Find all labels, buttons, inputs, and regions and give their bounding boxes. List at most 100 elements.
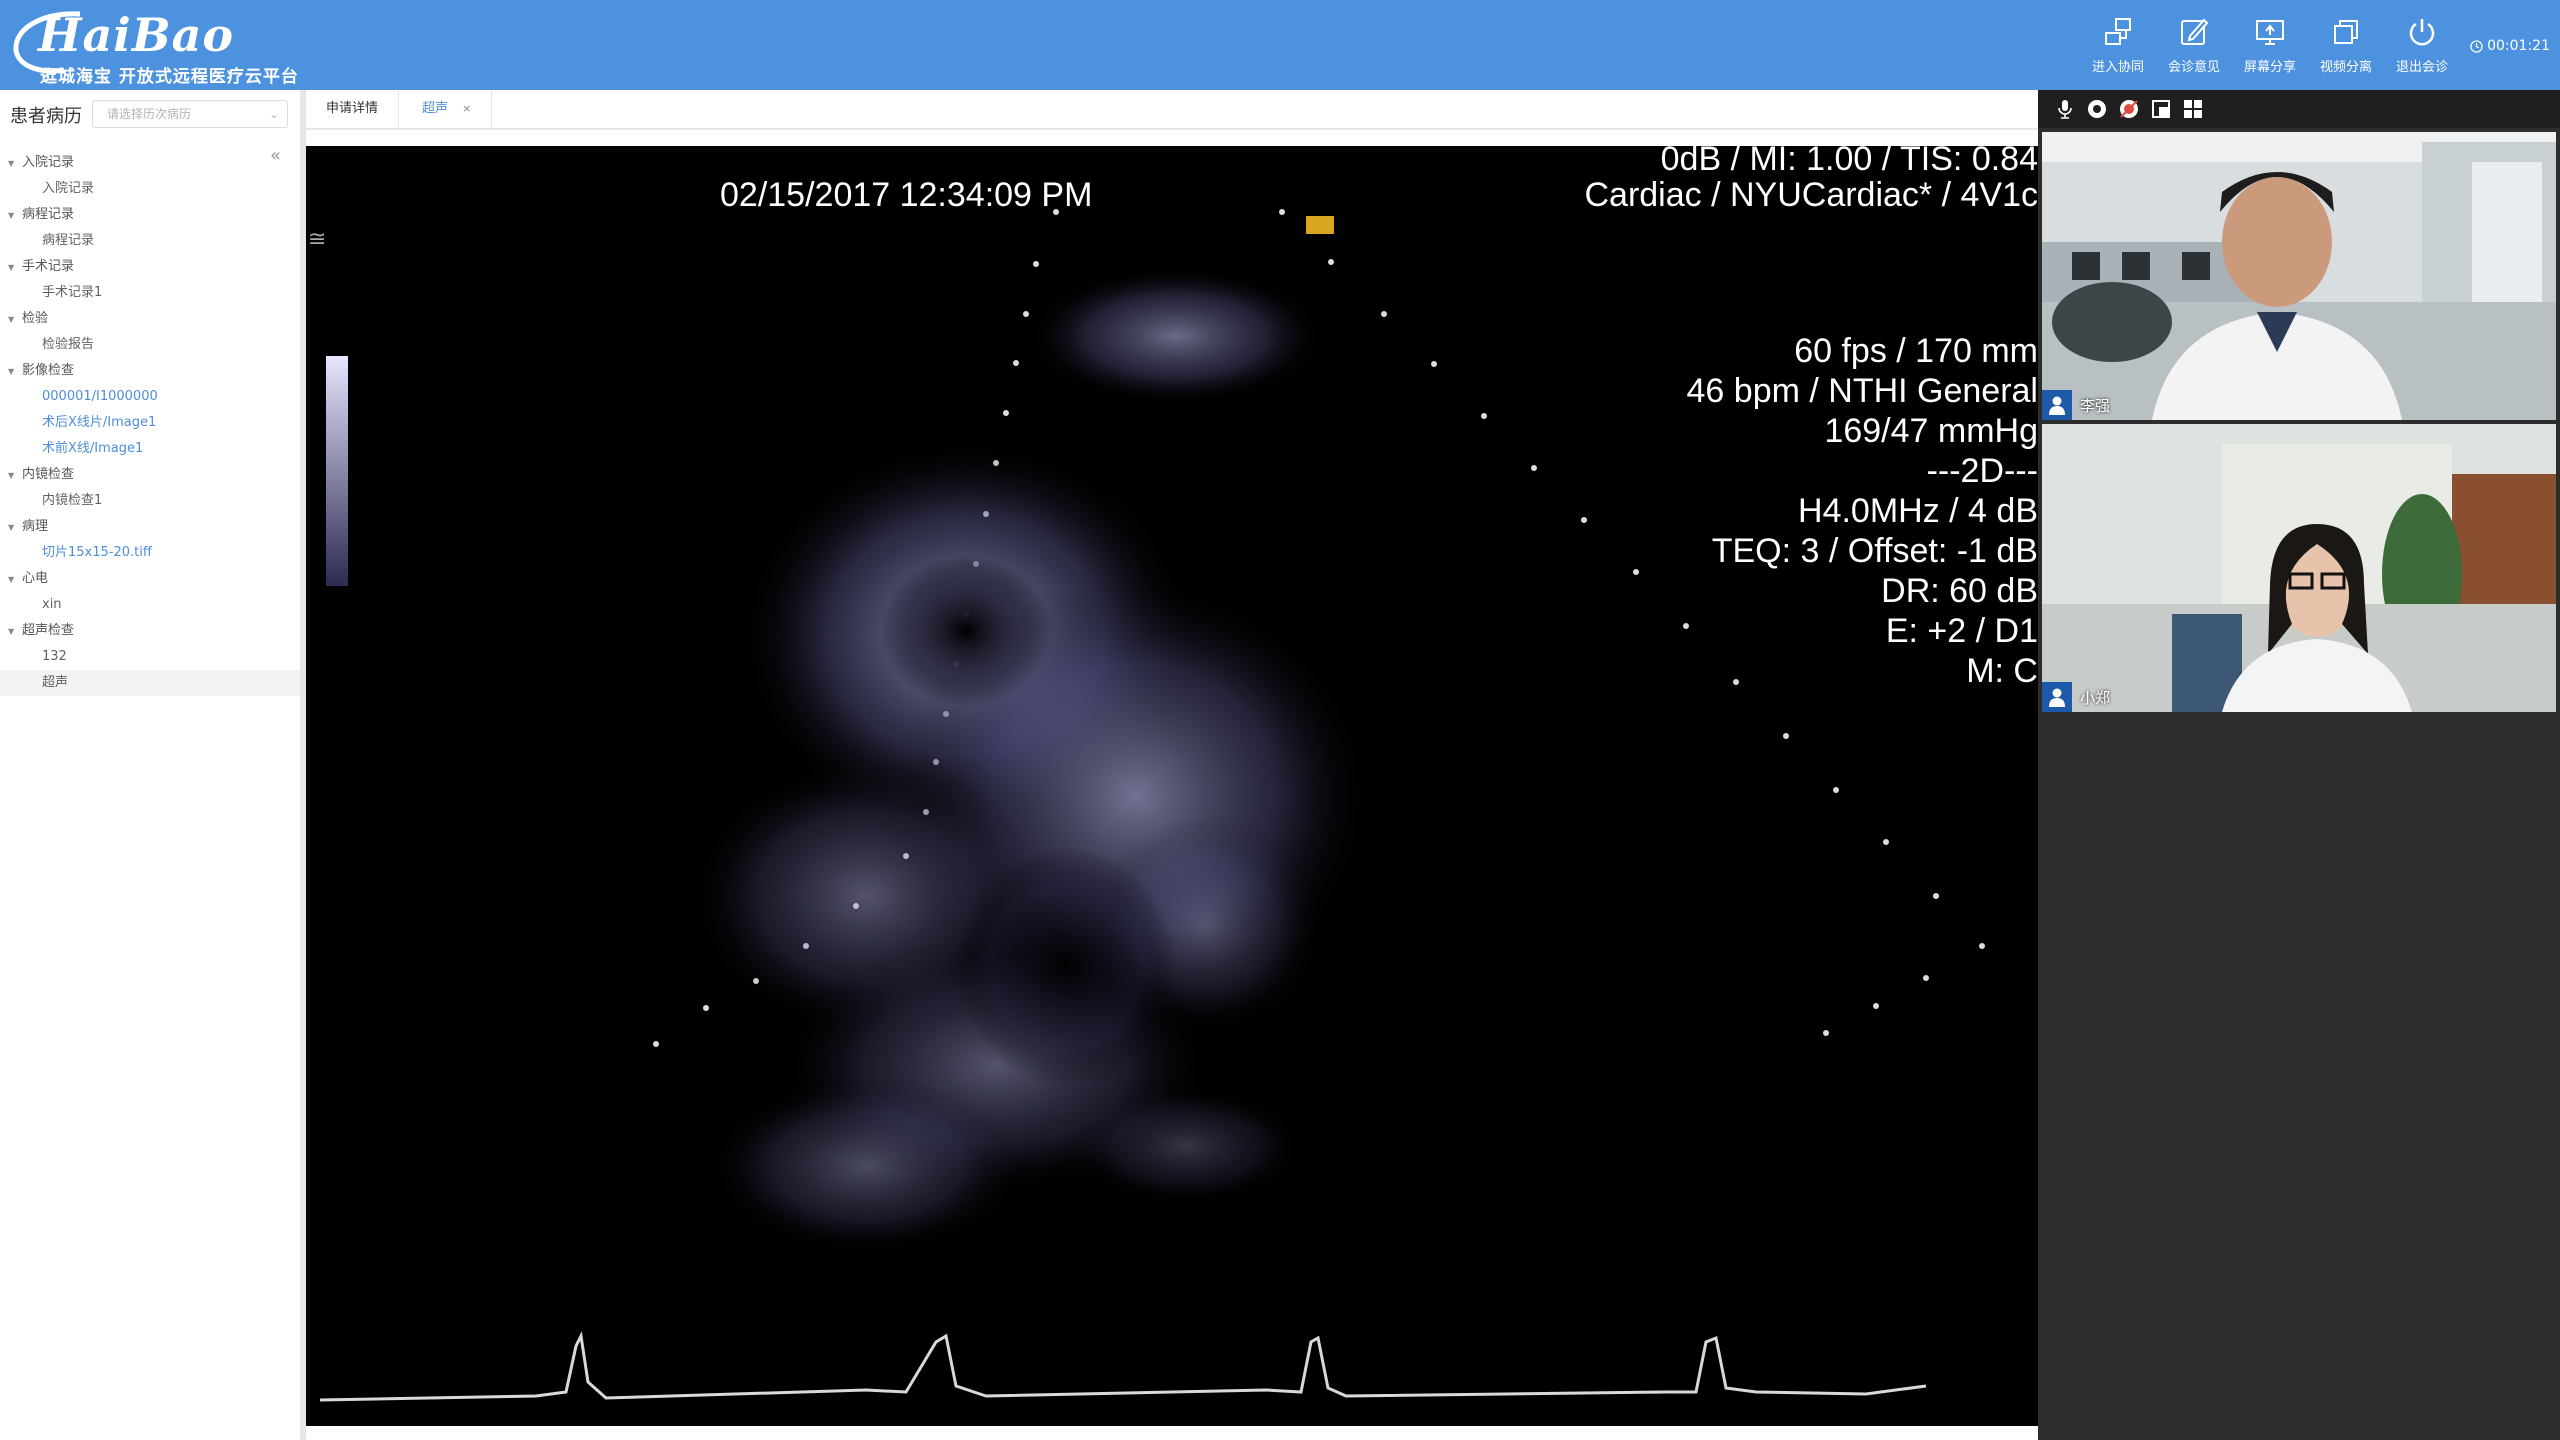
tree-group[interactable]: ▼ 手术记录 [0, 254, 300, 280]
tree-group[interactable]: ▼ 病理 [0, 514, 300, 540]
collaborate-label: 进入协同 [2091, 60, 2144, 75]
user-avatar-icon [2042, 390, 2072, 420]
video-separate-label: 视频分离 [2319, 60, 2372, 75]
tree-item[interactable]: 术前X线/Image1 [0, 436, 300, 462]
timer-value: 00:01:21 [2487, 38, 2550, 54]
ecg-trace [319, 1331, 1927, 1402]
info-line-bpm: 46 bpm / NTHI General [1686, 372, 2038, 410]
tab-bar: 申请详情 超声 × [306, 90, 2038, 130]
caret-down-icon: ▼ [8, 627, 15, 636]
tree-group-label: 病程记录 [22, 207, 75, 222]
history-record-select[interactable]: 请选择历次病历 ⌄ [92, 100, 288, 128]
camera-icon[interactable] [2086, 98, 2108, 120]
info-line-mode: ---2D--- [1926, 452, 2038, 490]
info-line-dr: DR: 60 dB [1881, 572, 2038, 610]
tree-item[interactable]: 术后X线片/Image1 [0, 410, 300, 436]
info-line-preset: Cardiac / NYUCardiac* / 4V1c [1584, 176, 2038, 214]
haibao-logo: HaiBao 逛城海宝 开放式远程医疗云平台 [10, 8, 340, 87]
tree-group[interactable]: ▼ 检验 [0, 306, 300, 332]
select-placeholder: 请选择历次病历 [107, 107, 192, 121]
video-panel: 李强 小郑 [2038, 90, 2560, 1440]
tree-item[interactable]: xin [0, 592, 300, 618]
grid-icon[interactable] [2182, 98, 2204, 120]
tree-item[interactable]: 超声 [0, 670, 300, 696]
video-separate-icon [2334, 20, 2358, 44]
tree-group[interactable]: ▼ 入院记录 [0, 150, 300, 176]
ultrasound-image: ≅ [308, 209, 1985, 1402]
logo-tagline: 逛城海宝 开放式远程医疗云平台 [40, 67, 299, 87]
video-separate-button[interactable]: 视频分离 [2308, 0, 2384, 90]
caret-down-icon: ▼ [8, 471, 15, 480]
caret-down-icon: ▼ [8, 159, 15, 168]
info-line-teq: TEQ: 3 / Offset: -1 dB [1711, 532, 2038, 570]
participant-name: 小郑 [2080, 688, 2111, 707]
tree-group-label: 检验 [22, 311, 49, 326]
tree-item[interactable]: 病程记录 [0, 228, 300, 254]
exit-consultation-button[interactable]: 退出会诊 [2384, 0, 2460, 90]
screen-share-button[interactable]: 屏幕分享 [2232, 0, 2308, 90]
logo-text: HaiBao [38, 8, 235, 62]
orientation-marker-icon [1306, 216, 1334, 234]
tree-group-label: 入院记录 [22, 155, 75, 170]
collaborate-button[interactable]: 进入协同 [2080, 0, 2156, 90]
tree-group-label: 内镜检查 [22, 467, 75, 482]
video-controls [2038, 90, 2560, 128]
tree-item[interactable]: 内镜检查1 [0, 488, 300, 514]
info-line-bp: 169/47 mmHg [1824, 412, 2038, 450]
info-line-fps: 60 fps / 170 mm [1794, 332, 2038, 370]
clock-icon [2470, 39, 2483, 53]
caret-down-icon: ▼ [8, 367, 15, 376]
tree-group[interactable]: ▼ 内镜检查 [0, 462, 300, 488]
opinion-button[interactable]: 会诊意见 [2156, 0, 2232, 90]
chevron-down-icon: ⌄ [268, 107, 279, 121]
session-timer: 00:01:21 [2470, 38, 2550, 54]
participant-video-1[interactable]: 李强 [2042, 132, 2556, 420]
tree-group[interactable]: ▼ 心电 [0, 566, 300, 592]
caret-down-icon: ▼ [8, 263, 15, 272]
tree-item[interactable]: 手术记录1 [0, 280, 300, 306]
patient-record-panel: 患者病历 请选择历次病历 ⌄ « ▼ 入院记录 入院记录 ▼ 病程记录 病程记录 ▼ 手术记录… [0, 90, 306, 1440]
fullscreen-icon[interactable] [2150, 98, 2172, 120]
tree-group[interactable]: ▼ 超声检查 [0, 618, 300, 644]
caret-down-icon: ▼ [8, 211, 15, 220]
info-line-e: E: +2 / D1 [1885, 612, 2038, 650]
svg-text:≅: ≅ [308, 227, 326, 252]
video-frame [2042, 132, 2556, 420]
tree-item[interactable]: 检验报告 [0, 332, 300, 358]
info-line-power: 0dB / MI: 1.00 / TIS: 0.84 [1660, 146, 2038, 178]
exit-consultation-label: 退出会诊 [2395, 60, 2448, 75]
info-line-freq: H4.0MHz / 4 dB [1798, 492, 2038, 530]
tree-item[interactable]: 切片15x15-20.tiff [0, 540, 300, 566]
close-icon[interactable]: × [462, 102, 471, 115]
tree-group-label: 病理 [22, 519, 49, 534]
tree-group-label: 心电 [22, 571, 49, 586]
tree-group-label: 影像检查 [22, 363, 75, 378]
tree-item[interactable]: 000001/I1000000 [0, 384, 300, 410]
tab-label: 申请详情 [326, 101, 379, 116]
participant-label: 小郑 [2042, 682, 2110, 712]
screen-share-icon [2256, 20, 2284, 45]
tab-label: 超声 [422, 101, 449, 116]
tree-item[interactable]: 132 [0, 644, 300, 670]
user-avatar-icon [2042, 682, 2072, 712]
record-icon[interactable] [2118, 98, 2140, 120]
main-content: 申请详情 超声 × ≅ 02/15/2017 12:34:09 PM 0dB /… [306, 90, 2038, 1440]
caret-down-icon: ▼ [8, 315, 15, 324]
power-icon [2409, 19, 2435, 46]
record-tree: ▼ 入院记录 入院记录 ▼ 病程记录 病程记录 ▼ 手术记录 手术记录1 ▼ 检验 检验报告 ▼ 影像检查… [0, 150, 300, 696]
tree-group[interactable]: ▼ 影像检查 [0, 358, 300, 384]
caret-down-icon: ▼ [8, 523, 15, 532]
tree-item[interactable]: 入院记录 [0, 176, 300, 202]
tree-group[interactable]: ▼ 病程记录 [0, 202, 300, 228]
screen-share-label: 屏幕分享 [2243, 60, 2296, 75]
tab-application-details[interactable]: 申请详情 [306, 90, 400, 128]
ultrasound-viewer[interactable]: ≅ 02/15/2017 12:34:09 PM 0dB / MI: 1.00 … [306, 146, 2038, 1426]
tree-group-label: 超声检查 [22, 623, 75, 638]
app-header: HaiBao 逛城海宝 开放式远程医疗云平台 进入协同 会诊意见 屏幕分享 视频… [0, 0, 2560, 90]
collaborate-icon [2105, 18, 2131, 45]
header-toolbar: 进入协同 会诊意见 屏幕分享 视频分离 退出会诊 [2080, 0, 2460, 90]
participant-label: 李强 [2042, 390, 2110, 420]
participant-video-2[interactable]: 小郑 [2042, 424, 2556, 712]
microphone-icon[interactable] [2054, 98, 2076, 120]
tab-ultrasound[interactable]: 超声 × [402, 90, 493, 128]
